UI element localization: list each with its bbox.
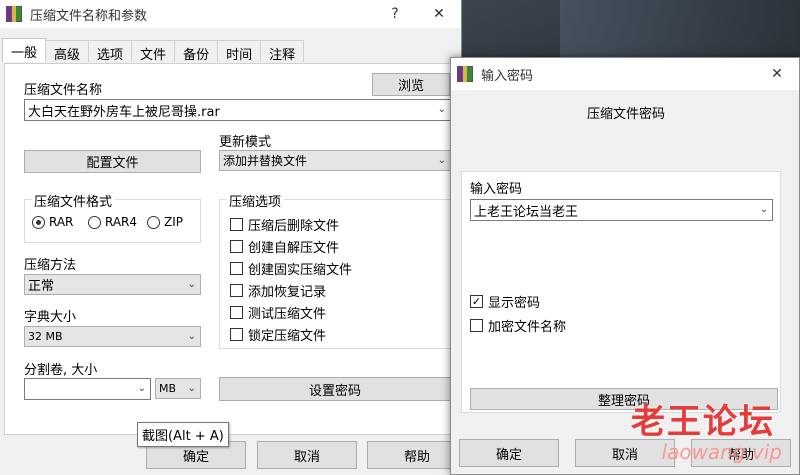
- pwd-panel: 输入密码 上老王论坛当老王 ⌄ ✓ 显示密码 加密文件名称 整理密码: [461, 171, 781, 413]
- split-unit-value: MB: [159, 382, 177, 395]
- archive-name-value: 大白天在野外房车上被尼哥操.rar: [28, 104, 220, 120]
- method-value: 正常: [28, 279, 55, 294]
- option-label: 创建固实压缩文件: [248, 263, 353, 278]
- method-select[interactable]: 正常 ⌄: [24, 274, 201, 295]
- format-zip-radio[interactable]: ZIP: [147, 215, 183, 229]
- encrypt-names-checkbox[interactable]: 加密文件名称: [470, 316, 566, 335]
- tab-files[interactable]: 文件: [131, 40, 176, 63]
- dict-label: 字典大小: [24, 310, 77, 325]
- show-password-label: 显示密码: [488, 296, 541, 311]
- checkbox-icon: [230, 240, 243, 253]
- option-label: 测试压缩文件: [248, 307, 327, 322]
- tab-time[interactable]: 时间: [217, 40, 262, 63]
- checkbox-icon: [230, 262, 243, 275]
- chevron-down-icon[interactable]: ⌄: [138, 383, 146, 394]
- checkbox-icon: [230, 306, 243, 319]
- update-mode-select[interactable]: 添加并替换文件 ⌄: [219, 150, 451, 171]
- checkbox-icon: [230, 328, 243, 341]
- screenshot-tooltip: 截图(Alt + A): [137, 422, 229, 447]
- options-group: 压缩选项 压缩后删除文件 创建自解压文件 创建固实压缩文件 添加恢复记录 测试压…: [219, 191, 451, 349]
- split-unit-select[interactable]: MB ⌄: [155, 378, 201, 399]
- titlebar: 压缩文件名称和参数 ? ✕: [0, 0, 461, 28]
- format-group: 压缩文件格式 RAR RAR4 ZIP: [24, 191, 201, 243]
- pwd-titlebar: 输入密码 ✕: [451, 58, 799, 90]
- format-zip-label: ZIP: [164, 215, 183, 229]
- option-recovery[interactable]: 添加恢复记录: [230, 281, 326, 300]
- chevron-down-icon[interactable]: ⌄: [188, 382, 196, 393]
- option-label: 添加恢复记录: [248, 285, 327, 300]
- tab-backup[interactable]: 备份: [174, 40, 219, 63]
- show-password-checkbox[interactable]: ✓ 显示密码: [470, 292, 540, 311]
- format-rar-label: RAR: [49, 215, 74, 229]
- browse-button[interactable]: 浏览: [372, 73, 450, 96]
- chevron-down-icon[interactable]: ⌄: [188, 330, 196, 341]
- checkmark-icon: ✓: [470, 295, 483, 308]
- options-group-title: 压缩选项: [226, 191, 285, 210]
- pwd-cancel-button[interactable]: 取消: [575, 439, 675, 467]
- format-rar4-radio[interactable]: RAR4: [88, 215, 137, 229]
- option-lock[interactable]: 锁定压缩文件: [230, 325, 326, 344]
- password-input[interactable]: 上老王论坛当老王 ⌄: [470, 199, 773, 221]
- set-password-button[interactable]: 设置密码: [219, 377, 451, 401]
- enter-password-label: 输入密码: [470, 182, 523, 197]
- general-panel: 压缩文件名称 浏览 大白天在野外房车上被尼哥操.rar ⌄ 更新模式 配置文件 …: [4, 63, 458, 435]
- archive-name-input[interactable]: 大白天在野外房车上被尼哥操.rar ⌄: [24, 99, 451, 121]
- update-mode-label: 更新模式: [219, 135, 272, 150]
- checkbox-icon: [470, 319, 483, 332]
- help-icon[interactable]: ?: [373, 6, 417, 22]
- chevron-down-icon[interactable]: ⌄: [188, 278, 196, 289]
- password-value: 上老王论坛当老王: [474, 204, 579, 220]
- dict-select[interactable]: 32 MB ⌄: [24, 326, 201, 347]
- dict-value: 32 MB: [28, 330, 63, 343]
- checkbox-icon: [230, 218, 243, 231]
- format-rar4-label: RAR4: [105, 215, 138, 229]
- encrypt-names-label: 加密文件名称: [488, 320, 567, 335]
- chevron-down-icon[interactable]: ⌄: [438, 104, 446, 115]
- option-label: 创建自解压文件: [248, 241, 340, 256]
- archive-params-dialog: 压缩文件名称和参数 ? ✕ 一般 高级 选项 文件 备份 时间 注释 压缩文件名…: [0, 0, 467, 475]
- close-icon[interactable]: ✕: [755, 66, 799, 82]
- radio-icon: [147, 215, 160, 229]
- option-label: 压缩后删除文件: [248, 219, 340, 234]
- method-label: 压缩方法: [24, 258, 77, 273]
- cancel-button[interactable]: 取消: [257, 441, 357, 469]
- radio-icon: [88, 215, 101, 229]
- format-group-title: 压缩文件格式: [31, 191, 116, 210]
- tab-options[interactable]: 选项: [88, 40, 133, 63]
- archive-name-label: 压缩文件名称: [24, 83, 103, 98]
- winrar-icon: [6, 6, 22, 22]
- option-label: 锁定压缩文件: [248, 329, 327, 344]
- dialog-title: 压缩文件名称和参数: [30, 8, 148, 24]
- close-icon[interactable]: ✕: [417, 6, 461, 22]
- option-test[interactable]: 测试压缩文件: [230, 303, 326, 322]
- tab-general[interactable]: 一般: [2, 38, 47, 62]
- tab-comment[interactable]: 注释: [260, 40, 305, 63]
- pwd-heading: 压缩文件密码: [586, 107, 665, 122]
- pwd-ok-button[interactable]: 确定: [459, 439, 559, 467]
- option-solid[interactable]: 创建固实压缩文件: [230, 259, 352, 278]
- tab-bar: 一般 高级 选项 文件 备份 时间 注释: [2, 38, 305, 63]
- watermark-url: laowang.vip: [661, 440, 782, 464]
- chevron-down-icon[interactable]: ⌄: [760, 204, 768, 215]
- profiles-button[interactable]: 配置文件: [24, 150, 201, 173]
- option-sfx[interactable]: 创建自解压文件: [230, 237, 339, 256]
- split-size-input[interactable]: ⌄: [24, 378, 151, 400]
- format-rar-radio[interactable]: RAR: [32, 215, 73, 229]
- chevron-down-icon[interactable]: ⌄: [438, 154, 446, 165]
- option-delete-after[interactable]: 压缩后删除文件: [230, 215, 339, 234]
- checkbox-icon: [230, 284, 243, 297]
- pwd-dialog-title: 输入密码: [481, 68, 534, 84]
- radio-selected-icon: [32, 215, 45, 229]
- winrar-icon: [457, 66, 473, 82]
- watermark-text: 老王论坛: [631, 402, 775, 442]
- update-mode-value: 添加并替换文件: [223, 154, 308, 168]
- tab-advanced[interactable]: 高级: [45, 40, 90, 63]
- split-label: 分割卷, 大小: [24, 363, 98, 378]
- desktop-background-detail: [560, 0, 800, 60]
